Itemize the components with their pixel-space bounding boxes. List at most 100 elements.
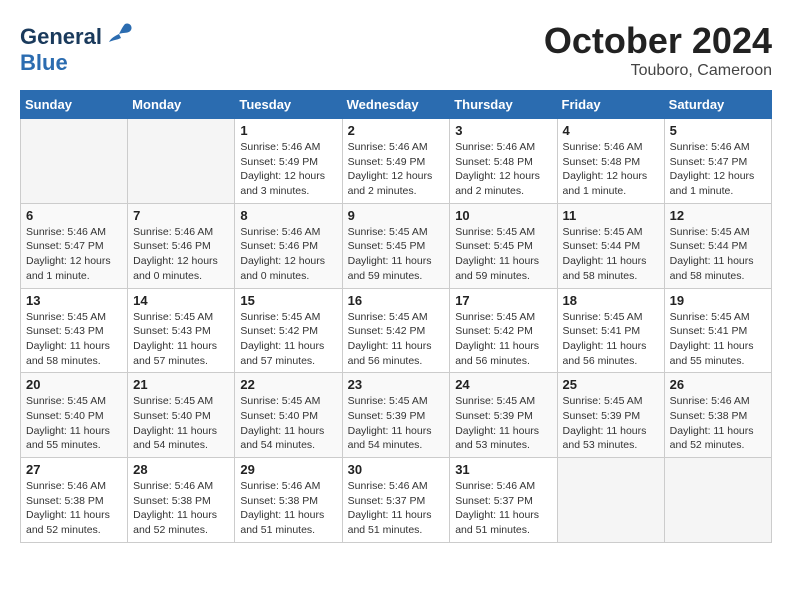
calendar-cell: 15 Sunrise: 5:45 AM Sunset: 5:42 PM Dayli… <box>235 288 342 373</box>
calendar-cell: 19 Sunrise: 5:45 AM Sunset: 5:41 PM Dayli… <box>664 288 771 373</box>
calendar-cell: 7 Sunrise: 5:46 AM Sunset: 5:46 PM Daylig… <box>128 203 235 288</box>
day-info: Sunrise: 5:46 AM Sunset: 5:38 PM Dayligh… <box>670 394 766 453</box>
day-info: Sunrise: 5:45 AM Sunset: 5:43 PM Dayligh… <box>133 310 229 369</box>
day-info: Sunrise: 5:46 AM Sunset: 5:47 PM Dayligh… <box>26 225 122 284</box>
logo: General Blue <box>20 20 133 76</box>
calendar-cell: 10 Sunrise: 5:45 AM Sunset: 5:45 PM Dayli… <box>450 203 557 288</box>
calendar-cell: 31 Sunrise: 5:46 AM Sunset: 5:37 PM Dayli… <box>450 458 557 543</box>
calendar-cell: 3Sunrise: 5:46 AM Sunset: 5:48 PM Daylig… <box>450 119 557 204</box>
day-number: 10 <box>455 208 551 223</box>
logo-general: General <box>20 24 102 50</box>
day-number: 8 <box>240 208 336 223</box>
calendar-cell: 11Sunrise: 5:45 AM Sunset: 5:44 PM Dayli… <box>557 203 664 288</box>
calendar-table: SundayMondayTuesdayWednesdayThursdayFrid… <box>20 90 772 543</box>
page-header: General Blue October 2024 Touboro, Camer… <box>20 20 772 80</box>
day-number: 23 <box>348 377 445 392</box>
day-info: Sunrise: 5:45 AM Sunset: 5:44 PM Dayligh… <box>670 225 766 284</box>
day-info: Sunrise: 5:45 AM Sunset: 5:41 PM Dayligh… <box>670 310 766 369</box>
day-info: Sunrise: 5:45 AM Sunset: 5:45 PM Dayligh… <box>348 225 445 284</box>
calendar-cell: 17 Sunrise: 5:45 AM Sunset: 5:42 PM Dayli… <box>450 288 557 373</box>
day-info: Sunrise: 5:45 AM Sunset: 5:39 PM Dayligh… <box>563 394 659 453</box>
day-info: Sunrise: 5:45 AM Sunset: 5:42 PM Dayligh… <box>348 310 445 369</box>
day-number: 16 <box>348 293 445 308</box>
day-info: Sunrise: 5:46 AM Sunset: 5:37 PM Dayligh… <box>455 479 551 538</box>
day-info: Sunrise: 5:46 AM Sunset: 5:38 PM Dayligh… <box>133 479 229 538</box>
logo-bird-icon <box>105 20 133 54</box>
day-number: 4 <box>563 123 659 138</box>
weekday-header-friday: Friday <box>557 91 664 119</box>
day-number: 29 <box>240 462 336 477</box>
day-number: 26 <box>670 377 766 392</box>
day-number: 13 <box>26 293 122 308</box>
day-info: Sunrise: 5:46 AM Sunset: 5:46 PM Dayligh… <box>133 225 229 284</box>
weekday-header-monday: Monday <box>128 91 235 119</box>
day-info: Sunrise: 5:45 AM Sunset: 5:39 PM Dayligh… <box>455 394 551 453</box>
calendar-cell: 8 Sunrise: 5:46 AM Sunset: 5:46 PM Daylig… <box>235 203 342 288</box>
weekday-header-thursday: Thursday <box>450 91 557 119</box>
calendar-cell: 22 Sunrise: 5:45 AM Sunset: 5:40 PM Dayli… <box>235 373 342 458</box>
calendar-cell <box>128 119 235 204</box>
calendar-cell: 13 Sunrise: 5:45 AM Sunset: 5:43 PM Dayli… <box>21 288 128 373</box>
day-number: 5 <box>670 123 766 138</box>
calendar-cell: 18 Sunrise: 5:45 AM Sunset: 5:41 PM Dayli… <box>557 288 664 373</box>
calendar-cell: 16 Sunrise: 5:45 AM Sunset: 5:42 PM Dayli… <box>342 288 450 373</box>
day-number: 6 <box>26 208 122 223</box>
calendar-cell: 25Sunrise: 5:45 AM Sunset: 5:39 PM Dayli… <box>557 373 664 458</box>
day-number: 22 <box>240 377 336 392</box>
day-info: Sunrise: 5:46 AM Sunset: 5:49 PM Dayligh… <box>348 140 445 199</box>
calendar-cell: 1Sunrise: 5:46 AM Sunset: 5:49 PM Daylig… <box>235 119 342 204</box>
weekday-header-row: SundayMondayTuesdayWednesdayThursdayFrid… <box>21 91 772 119</box>
day-info: Sunrise: 5:45 AM Sunset: 5:40 PM Dayligh… <box>133 394 229 453</box>
day-number: 15 <box>240 293 336 308</box>
calendar-cell: 24 Sunrise: 5:45 AM Sunset: 5:39 PM Dayli… <box>450 373 557 458</box>
month-title: October 2024 <box>544 20 772 62</box>
calendar-cell: 5Sunrise: 5:46 AM Sunset: 5:47 PM Daylig… <box>664 119 771 204</box>
day-info: Sunrise: 5:45 AM Sunset: 5:43 PM Dayligh… <box>26 310 122 369</box>
day-info: Sunrise: 5:46 AM Sunset: 5:48 PM Dayligh… <box>455 140 551 199</box>
day-number: 28 <box>133 462 229 477</box>
day-info: Sunrise: 5:45 AM Sunset: 5:41 PM Dayligh… <box>563 310 659 369</box>
calendar-cell: 20 Sunrise: 5:45 AM Sunset: 5:40 PM Dayli… <box>21 373 128 458</box>
calendar-cell: 6 Sunrise: 5:46 AM Sunset: 5:47 PM Daylig… <box>21 203 128 288</box>
day-number: 19 <box>670 293 766 308</box>
day-info: Sunrise: 5:46 AM Sunset: 5:46 PM Dayligh… <box>240 225 336 284</box>
calendar-cell: 12 Sunrise: 5:45 AM Sunset: 5:44 PM Dayli… <box>664 203 771 288</box>
logo-name: General <box>20 20 133 54</box>
weekday-header-tuesday: Tuesday <box>235 91 342 119</box>
day-info: Sunrise: 5:45 AM Sunset: 5:42 PM Dayligh… <box>240 310 336 369</box>
day-info: Sunrise: 5:45 AM Sunset: 5:40 PM Dayligh… <box>26 394 122 453</box>
location: Touboro, Cameroon <box>544 62 772 80</box>
day-number: 9 <box>348 208 445 223</box>
day-number: 18 <box>563 293 659 308</box>
calendar-week-4: 20 Sunrise: 5:45 AM Sunset: 5:40 PM Dayli… <box>21 373 772 458</box>
day-info: Sunrise: 5:45 AM Sunset: 5:39 PM Dayligh… <box>348 394 445 453</box>
calendar-cell <box>664 458 771 543</box>
calendar-cell: 27Sunrise: 5:46 AM Sunset: 5:38 PM Dayli… <box>21 458 128 543</box>
day-number: 17 <box>455 293 551 308</box>
day-info: Sunrise: 5:46 AM Sunset: 5:38 PM Dayligh… <box>26 479 122 538</box>
day-info: Sunrise: 5:46 AM Sunset: 5:37 PM Dayligh… <box>348 479 445 538</box>
day-info: Sunrise: 5:45 AM Sunset: 5:42 PM Dayligh… <box>455 310 551 369</box>
day-info: Sunrise: 5:46 AM Sunset: 5:38 PM Dayligh… <box>240 479 336 538</box>
day-info: Sunrise: 5:45 AM Sunset: 5:45 PM Dayligh… <box>455 225 551 284</box>
day-number: 12 <box>670 208 766 223</box>
calendar-week-5: 27Sunrise: 5:46 AM Sunset: 5:38 PM Dayli… <box>21 458 772 543</box>
logo-blue: Blue <box>20 50 68 76</box>
day-number: 7 <box>133 208 229 223</box>
calendar-cell: 9 Sunrise: 5:45 AM Sunset: 5:45 PM Daylig… <box>342 203 450 288</box>
calendar-week-3: 13 Sunrise: 5:45 AM Sunset: 5:43 PM Dayli… <box>21 288 772 373</box>
day-number: 31 <box>455 462 551 477</box>
calendar-week-1: 1Sunrise: 5:46 AM Sunset: 5:49 PM Daylig… <box>21 119 772 204</box>
day-number: 20 <box>26 377 122 392</box>
calendar-cell <box>21 119 128 204</box>
calendar-cell: 29 Sunrise: 5:46 AM Sunset: 5:38 PM Dayli… <box>235 458 342 543</box>
day-info: Sunrise: 5:45 AM Sunset: 5:40 PM Dayligh… <box>240 394 336 453</box>
title-block: October 2024 Touboro, Cameroon <box>544 20 772 80</box>
day-number: 24 <box>455 377 551 392</box>
calendar-cell: 26 Sunrise: 5:46 AM Sunset: 5:38 PM Dayli… <box>664 373 771 458</box>
weekday-header-wednesday: Wednesday <box>342 91 450 119</box>
day-info: Sunrise: 5:46 AM Sunset: 5:49 PM Dayligh… <box>240 140 336 199</box>
calendar-cell: 30Sunrise: 5:46 AM Sunset: 5:37 PM Dayli… <box>342 458 450 543</box>
day-number: 14 <box>133 293 229 308</box>
day-info: Sunrise: 5:45 AM Sunset: 5:44 PM Dayligh… <box>563 225 659 284</box>
